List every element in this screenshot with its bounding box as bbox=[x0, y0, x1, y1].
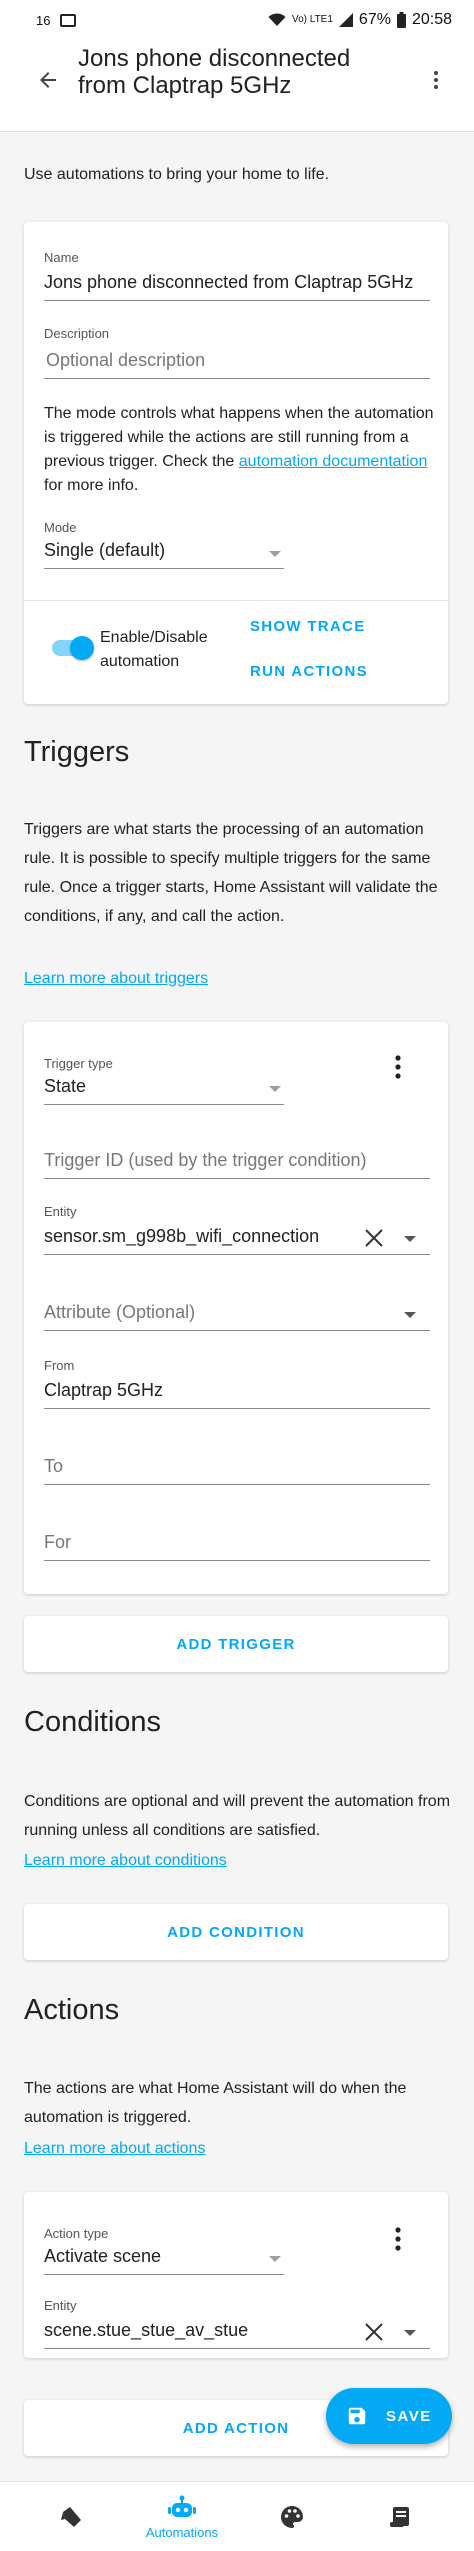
action-entity-clear-icon[interactable] bbox=[362, 2320, 386, 2344]
nav-automations-label: Automations bbox=[145, 2524, 219, 2540]
enable-toggle[interactable] bbox=[50, 634, 96, 660]
description-underline bbox=[44, 378, 430, 379]
mode-help-part2: for more info. bbox=[44, 477, 139, 494]
bottom-navigation: Automations bbox=[0, 2481, 474, 2551]
nav-item-themes[interactable] bbox=[272, 2482, 312, 2551]
action-type-dropdown-icon[interactable] bbox=[269, 2256, 281, 2262]
conditions-description: Conditions are optional and will prevent… bbox=[24, 1793, 451, 1839]
learn-more-conditions-link[interactable]: Learn more about conditions bbox=[24, 1846, 227, 1875]
trigger-type-select[interactable]: State bbox=[44, 1076, 86, 1097]
back-button[interactable] bbox=[30, 62, 66, 98]
status-left-text: 16 bbox=[36, 12, 51, 28]
trigger-type-label: Trigger type bbox=[44, 1056, 113, 1071]
add-condition-button[interactable]: ADD CONDITION bbox=[24, 1904, 448, 1960]
attribute-dropdown-icon[interactable] bbox=[404, 1312, 416, 1318]
page-title-line2: from Claptrap 5GHz bbox=[78, 72, 292, 99]
intro-text: Use automations to bring your home to li… bbox=[24, 166, 330, 183]
add-condition-label: ADD CONDITION bbox=[167, 1923, 305, 1941]
robot-icon bbox=[168, 2495, 196, 2517]
more-vert-icon bbox=[434, 71, 438, 89]
for-underline bbox=[44, 1560, 430, 1561]
add-action-label: ADD ACTION bbox=[182, 2419, 290, 2437]
action-more-vert-icon[interactable] bbox=[386, 2224, 410, 2254]
actions-heading: Actions bbox=[24, 1994, 120, 2026]
show-trace-button[interactable]: SHOW TRACE bbox=[250, 618, 366, 635]
add-trigger-label: ADD TRIGGER bbox=[176, 1635, 296, 1653]
status-bar: 16 Vo) LTE1 67% 20:58 bbox=[0, 0, 474, 40]
conditions-heading: Conditions bbox=[24, 1706, 162, 1738]
mode-help-text: The mode controls what happens when the … bbox=[44, 402, 434, 498]
actions-description: The actions are what Home Assistant will… bbox=[24, 2080, 407, 2126]
learn-more-triggers-link[interactable]: Learn more about triggers bbox=[24, 964, 208, 993]
attribute-field[interactable]: Attribute (Optional) bbox=[44, 1302, 195, 1323]
trigger-type-dropdown-icon[interactable] bbox=[269, 1086, 281, 1092]
mode-dropdown-icon[interactable] bbox=[269, 551, 281, 557]
to-field[interactable]: To bbox=[44, 1456, 63, 1477]
mode-label: Mode bbox=[44, 520, 77, 535]
clock: 20:58 bbox=[411, 11, 452, 28]
from-underline bbox=[44, 1408, 430, 1409]
gallery-icon bbox=[60, 13, 77, 27]
details-card: Name Jons phone disconnected from Claptr… bbox=[24, 222, 448, 704]
attribute-underline bbox=[44, 1330, 430, 1331]
action-type-label: Action type bbox=[44, 2226, 109, 2241]
from-label: From bbox=[44, 1358, 75, 1373]
trigger-entity-field[interactable]: sensor.sm_g998b_wifi_connection bbox=[44, 1226, 354, 1247]
trigger-entity-underline bbox=[44, 1254, 430, 1255]
action-entity-field[interactable]: scene.stue_stue_av_stue bbox=[44, 2320, 354, 2341]
save-button[interactable]: SAVE bbox=[326, 2388, 452, 2444]
action-type-select[interactable]: Activate scene bbox=[44, 2246, 161, 2267]
enable-toggle-label: Enable/Disable automation bbox=[100, 629, 208, 670]
mode-select[interactable]: Single (default) bbox=[44, 540, 165, 561]
signal-icon bbox=[338, 13, 353, 27]
triggers-description: Triggers are what starts the processing … bbox=[24, 821, 438, 925]
action-card: Action type Activate scene Entity scene.… bbox=[24, 2192, 448, 2358]
card-divider bbox=[24, 600, 448, 601]
nav-item-automations[interactable]: Automations bbox=[132, 2482, 232, 2551]
action-entity-dropdown-icon[interactable] bbox=[404, 2330, 416, 2336]
action-entity-underline bbox=[44, 2348, 430, 2349]
nav-item-tags[interactable] bbox=[52, 2482, 92, 2551]
trigger-type-underline bbox=[44, 1104, 284, 1105]
mode-underline bbox=[44, 568, 284, 569]
triggers-heading: Triggers bbox=[24, 736, 130, 768]
run-actions-button[interactable]: RUN ACTIONS bbox=[250, 663, 368, 680]
learn-more-actions-link[interactable]: Learn more about actions bbox=[24, 2134, 205, 2163]
tag-icon bbox=[61, 2507, 81, 2527]
description-field[interactable]: Optional description bbox=[46, 350, 205, 371]
palette-icon bbox=[281, 2506, 303, 2528]
trigger-id-underline bbox=[44, 1178, 430, 1179]
automation-documentation-link[interactable]: automation documentation bbox=[239, 453, 428, 470]
overflow-menu-button[interactable] bbox=[418, 62, 454, 98]
name-field[interactable]: Jons phone disconnected from Claptrap 5G… bbox=[44, 272, 430, 293]
battery-icon bbox=[396, 12, 406, 28]
add-trigger-button[interactable]: ADD TRIGGER bbox=[24, 1616, 448, 1672]
nav-item-scripts[interactable] bbox=[380, 2482, 420, 2551]
trigger-entity-label: Entity bbox=[44, 1204, 77, 1219]
trigger-entity-clear-icon[interactable] bbox=[362, 1226, 386, 1250]
toggle-knob bbox=[70, 636, 94, 660]
trigger-id-field[interactable]: Trigger ID (used by the trigger conditio… bbox=[44, 1150, 366, 1171]
wifi-icon bbox=[268, 13, 286, 26]
action-type-underline bbox=[44, 2274, 284, 2275]
page-title: Jons phone disconnected from Claptrap 5G… bbox=[78, 42, 398, 99]
for-field[interactable]: For bbox=[44, 1532, 71, 1553]
trigger-entity-dropdown-icon[interactable] bbox=[404, 1236, 416, 1242]
description-label: Description bbox=[44, 326, 110, 341]
trigger-more-vert-icon[interactable] bbox=[386, 1052, 410, 1082]
from-field[interactable]: Claptrap 5GHz bbox=[44, 1380, 163, 1401]
save-label: SAVE bbox=[386, 2407, 432, 2425]
name-label: Name bbox=[44, 250, 79, 265]
app-bar: Jons phone disconnected from Claptrap 5G… bbox=[0, 40, 474, 132]
page-title-line1: Jons phone disconnected bbox=[78, 45, 351, 72]
save-icon bbox=[348, 2407, 366, 2425]
name-underline bbox=[44, 300, 430, 301]
arrow-back-icon bbox=[40, 72, 56, 88]
trigger-card: Trigger type State Trigger ID (used by t… bbox=[24, 1022, 448, 1594]
script-icon bbox=[390, 2507, 409, 2527]
battery-percent: 67% bbox=[358, 11, 391, 28]
to-underline bbox=[44, 1484, 430, 1485]
network-indicator: Vo) LTE1 bbox=[291, 14, 333, 25]
action-entity-label: Entity bbox=[44, 2298, 77, 2313]
